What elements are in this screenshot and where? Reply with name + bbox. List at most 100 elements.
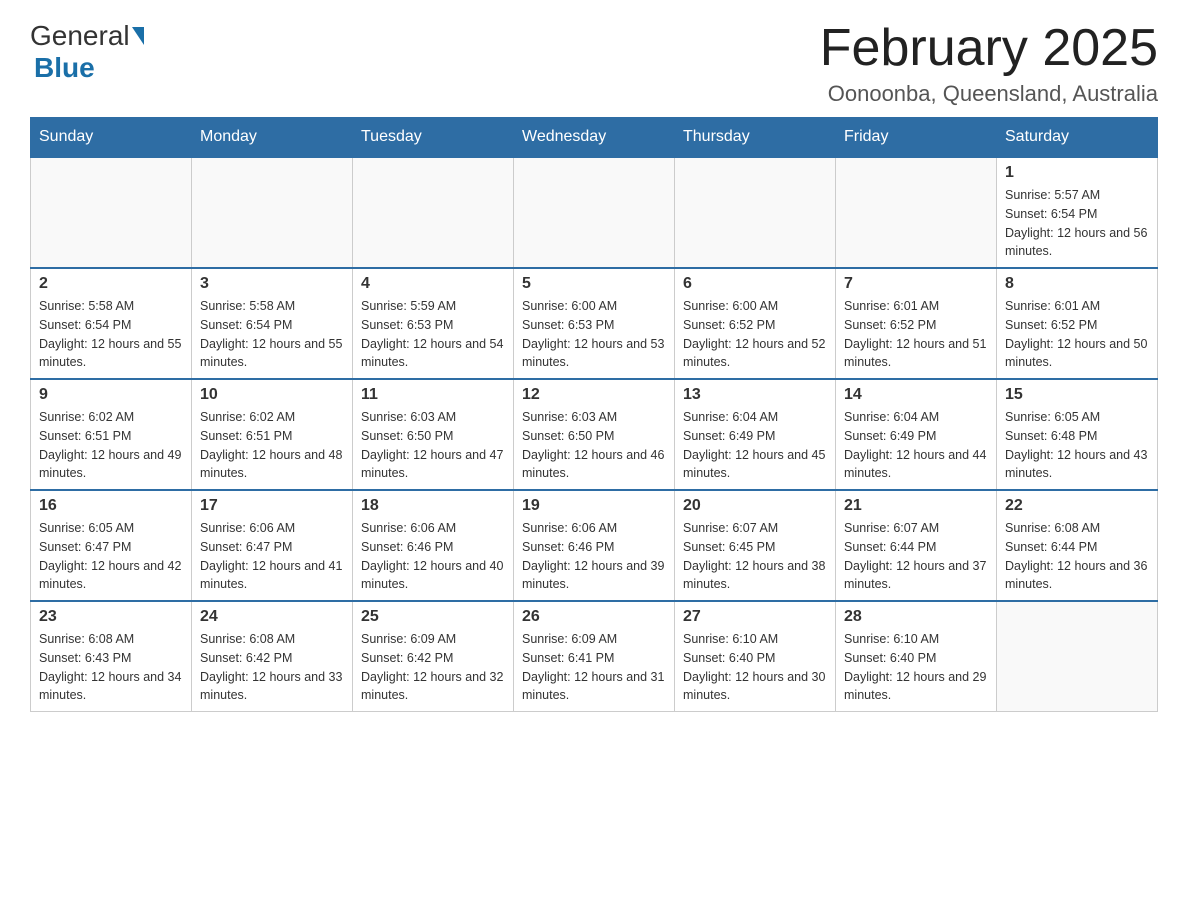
calendar-cell: 3 Sunrise: 5:58 AMSunset: 6:54 PMDaylight… <box>192 268 353 379</box>
day-info: Sunrise: 6:04 AMSunset: 6:49 PMDaylight:… <box>844 408 988 483</box>
calendar-cell: 16 Sunrise: 6:05 AMSunset: 6:47 PMDayligh… <box>31 490 192 601</box>
day-number: 4 <box>361 275 505 293</box>
calendar-cell: 12Sunrise: 6:03 AMSunset: 6:50 PMDayligh… <box>514 379 675 490</box>
day-info: Sunrise: 6:04 AMSunset: 6:49 PMDaylight:… <box>683 408 827 483</box>
day-number: 3 <box>200 275 344 293</box>
day-info: Sunrise: 6:10 AMSunset: 6:40 PMDaylight:… <box>844 630 988 705</box>
calendar-cell: 7Sunrise: 6:01 AMSunset: 6:52 PMDaylight… <box>836 268 997 379</box>
logo-arrow-icon <box>132 27 144 45</box>
day-info: Sunrise: 6:05 AMSunset: 6:47 PMDaylight:… <box>39 519 183 594</box>
calendar-cell: 22 Sunrise: 6:08 AMSunset: 6:44 PMDayligh… <box>997 490 1158 601</box>
calendar-cell: 8 Sunrise: 6:01 AMSunset: 6:52 PMDaylight… <box>997 268 1158 379</box>
calendar-cell: 18 Sunrise: 6:06 AMSunset: 6:46 PMDayligh… <box>353 490 514 601</box>
day-number: 8 <box>1005 275 1149 293</box>
day-number: 28 <box>844 608 988 626</box>
calendar-body: 1 Sunrise: 5:57 AMSunset: 6:54 PMDaylight… <box>31 157 1158 712</box>
day-info: Sunrise: 6:09 AMSunset: 6:41 PMDaylight:… <box>522 630 666 705</box>
day-number: 22 <box>1005 497 1149 515</box>
day-number: 25 <box>361 608 505 626</box>
calendar-cell: 27 Sunrise: 6:10 AMSunset: 6:40 PMDayligh… <box>675 601 836 712</box>
calendar-week-row: 2 Sunrise: 5:58 AMSunset: 6:54 PMDaylight… <box>31 268 1158 379</box>
calendar-cell: 1 Sunrise: 5:57 AMSunset: 6:54 PMDaylight… <box>997 157 1158 268</box>
day-info: Sunrise: 6:00 AMSunset: 6:52 PMDaylight:… <box>683 297 827 372</box>
calendar-week-row: 1 Sunrise: 5:57 AMSunset: 6:54 PMDaylight… <box>31 157 1158 268</box>
day-number: 18 <box>361 497 505 515</box>
day-info: Sunrise: 5:58 AMSunset: 6:54 PMDaylight:… <box>200 297 344 372</box>
calendar-cell <box>31 157 192 268</box>
calendar-cell <box>836 157 997 268</box>
calendar-cell: 9 Sunrise: 6:02 AMSunset: 6:51 PMDaylight… <box>31 379 192 490</box>
day-info: Sunrise: 6:08 AMSunset: 6:42 PMDaylight:… <box>200 630 344 705</box>
day-info: Sunrise: 6:07 AMSunset: 6:45 PMDaylight:… <box>683 519 827 594</box>
day-number: 10 <box>200 386 344 404</box>
day-number: 20 <box>683 497 827 515</box>
day-info: Sunrise: 6:01 AMSunset: 6:52 PMDaylight:… <box>844 297 988 372</box>
calendar-cell: 28 Sunrise: 6:10 AMSunset: 6:40 PMDayligh… <box>836 601 997 712</box>
day-info: Sunrise: 6:06 AMSunset: 6:46 PMDaylight:… <box>522 519 666 594</box>
calendar-header: SundayMondayTuesdayWednesdayThursdayFrid… <box>31 118 1158 158</box>
calendar-cell: 26 Sunrise: 6:09 AMSunset: 6:41 PMDayligh… <box>514 601 675 712</box>
day-info: Sunrise: 6:05 AMSunset: 6:48 PMDaylight:… <box>1005 408 1149 483</box>
logo-general-text: General <box>30 20 130 52</box>
calendar-cell: 5Sunrise: 6:00 AMSunset: 6:53 PMDaylight… <box>514 268 675 379</box>
day-number: 13 <box>683 386 827 404</box>
calendar-cell: 25Sunrise: 6:09 AMSunset: 6:42 PMDayligh… <box>353 601 514 712</box>
day-number: 26 <box>522 608 666 626</box>
calendar-cell: 19Sunrise: 6:06 AMSunset: 6:46 PMDayligh… <box>514 490 675 601</box>
day-number: 17 <box>200 497 344 515</box>
day-number: 11 <box>361 386 505 404</box>
day-number: 6 <box>683 275 827 293</box>
day-number: 23 <box>39 608 183 626</box>
day-number: 21 <box>844 497 988 515</box>
month-title: February 2025 <box>820 20 1158 77</box>
day-info: Sunrise: 6:02 AMSunset: 6:51 PMDaylight:… <box>39 408 183 483</box>
calendar-cell <box>514 157 675 268</box>
calendar-cell: 4 Sunrise: 5:59 AMSunset: 6:53 PMDaylight… <box>353 268 514 379</box>
day-info: Sunrise: 6:08 AMSunset: 6:44 PMDaylight:… <box>1005 519 1149 594</box>
day-info: Sunrise: 6:08 AMSunset: 6:43 PMDaylight:… <box>39 630 183 705</box>
weekday-header-saturday: Saturday <box>997 118 1158 158</box>
calendar-cell: 11 Sunrise: 6:03 AMSunset: 6:50 PMDayligh… <box>353 379 514 490</box>
day-info: Sunrise: 6:03 AMSunset: 6:50 PMDaylight:… <box>361 408 505 483</box>
calendar-cell: 17Sunrise: 6:06 AMSunset: 6:47 PMDayligh… <box>192 490 353 601</box>
calendar-week-row: 23 Sunrise: 6:08 AMSunset: 6:43 PMDayligh… <box>31 601 1158 712</box>
day-info: Sunrise: 5:57 AMSunset: 6:54 PMDaylight:… <box>1005 186 1149 261</box>
calendar-cell: 23 Sunrise: 6:08 AMSunset: 6:43 PMDayligh… <box>31 601 192 712</box>
day-number: 2 <box>39 275 183 293</box>
day-info: Sunrise: 6:06 AMSunset: 6:46 PMDaylight:… <box>361 519 505 594</box>
calendar-cell <box>192 157 353 268</box>
day-info: Sunrise: 6:10 AMSunset: 6:40 PMDaylight:… <box>683 630 827 705</box>
day-info: Sunrise: 6:03 AMSunset: 6:50 PMDaylight:… <box>522 408 666 483</box>
weekday-header-sunday: Sunday <box>31 118 192 158</box>
title-section: February 2025 Oonoonba, Queensland, Aust… <box>820 20 1158 107</box>
logo: General Blue <box>30 20 146 84</box>
day-info: Sunrise: 6:07 AMSunset: 6:44 PMDaylight:… <box>844 519 988 594</box>
day-number: 16 <box>39 497 183 515</box>
calendar-week-row: 9 Sunrise: 6:02 AMSunset: 6:51 PMDaylight… <box>31 379 1158 490</box>
weekday-header-thursday: Thursday <box>675 118 836 158</box>
day-number: 9 <box>39 386 183 404</box>
calendar-cell: 24Sunrise: 6:08 AMSunset: 6:42 PMDayligh… <box>192 601 353 712</box>
day-number: 15 <box>1005 386 1149 404</box>
calendar-cell: 10 Sunrise: 6:02 AMSunset: 6:51 PMDayligh… <box>192 379 353 490</box>
weekday-header-wednesday: Wednesday <box>514 118 675 158</box>
day-number: 14 <box>844 386 988 404</box>
day-info: Sunrise: 5:59 AMSunset: 6:53 PMDaylight:… <box>361 297 505 372</box>
day-info: Sunrise: 6:01 AMSunset: 6:52 PMDaylight:… <box>1005 297 1149 372</box>
calendar-cell: 6 Sunrise: 6:00 AMSunset: 6:52 PMDaylight… <box>675 268 836 379</box>
logo-blue-text: Blue <box>34 52 95 83</box>
calendar-week-row: 16 Sunrise: 6:05 AMSunset: 6:47 PMDayligh… <box>31 490 1158 601</box>
calendar-cell: 13 Sunrise: 6:04 AMSunset: 6:49 PMDayligh… <box>675 379 836 490</box>
calendar-cell <box>997 601 1158 712</box>
page-header: General Blue February 2025 Oonoonba, Que… <box>30 20 1158 107</box>
calendar-cell: 21 Sunrise: 6:07 AMSunset: 6:44 PMDayligh… <box>836 490 997 601</box>
day-info: Sunrise: 6:00 AMSunset: 6:53 PMDaylight:… <box>522 297 666 372</box>
day-number: 27 <box>683 608 827 626</box>
weekday-header-row: SundayMondayTuesdayWednesdayThursdayFrid… <box>31 118 1158 158</box>
day-number: 1 <box>1005 164 1149 182</box>
calendar-table: SundayMondayTuesdayWednesdayThursdayFrid… <box>30 117 1158 712</box>
day-info: Sunrise: 6:02 AMSunset: 6:51 PMDaylight:… <box>200 408 344 483</box>
weekday-header-friday: Friday <box>836 118 997 158</box>
calendar-cell: 2Sunrise: 5:58 AMSunset: 6:54 PMDaylight… <box>31 268 192 379</box>
calendar-cell <box>353 157 514 268</box>
